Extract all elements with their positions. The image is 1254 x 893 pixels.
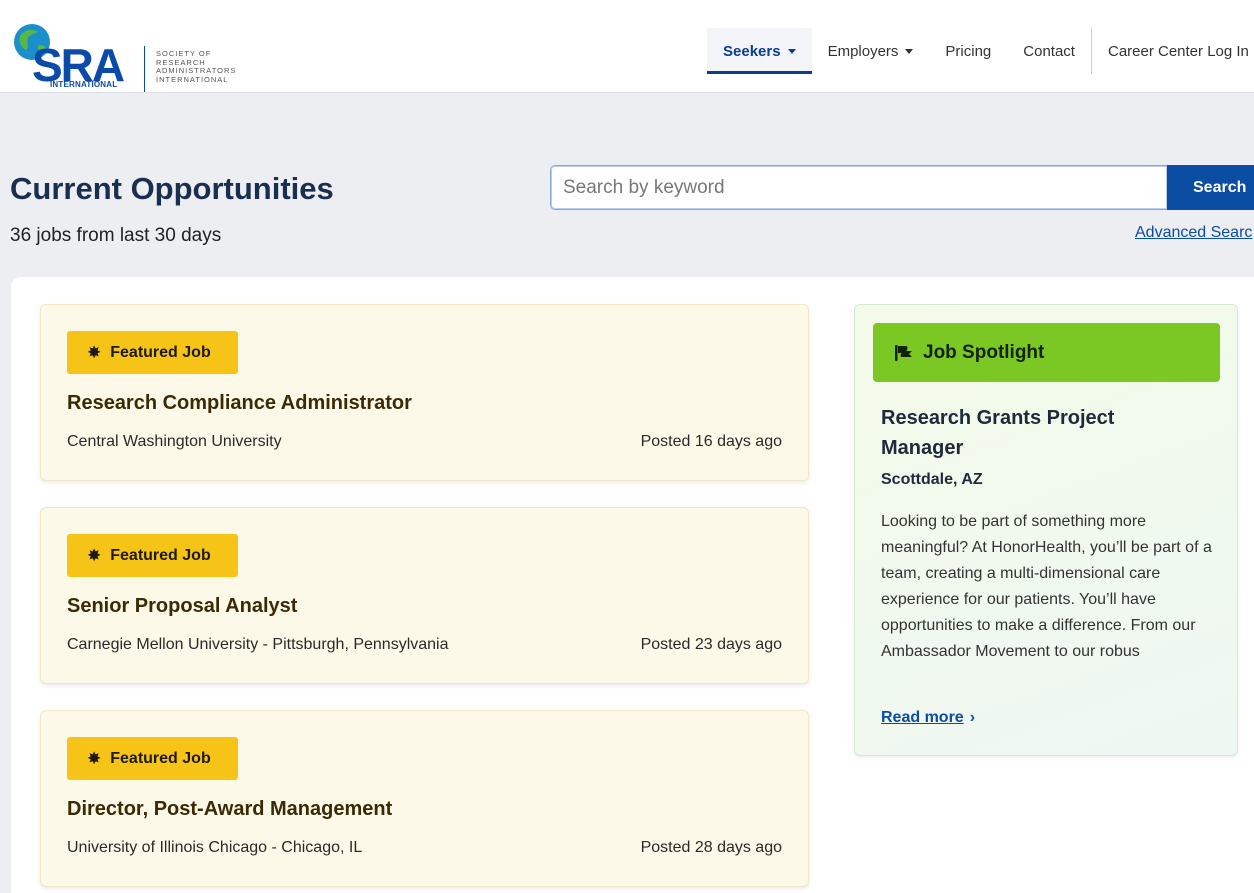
spotlight-description: Looking to be part of something more mea…: [881, 513, 1212, 660]
job-count: 36 jobs from last 30 days: [10, 225, 222, 246]
sra-logo[interactable]: SRA INTERNATIONAL SOCIETY OF RESEARCH AD…: [10, 20, 240, 92]
job-posted-date: Posted 23 days ago: [640, 636, 782, 653]
job-card[interactable]: ✸ Featured Job Research Compliance Admin…: [40, 304, 809, 481]
read-more-label: Read more: [881, 709, 964, 726]
featured-badge-label: Featured Job: [110, 546, 211, 564]
search-bar: Search: [550, 165, 1254, 210]
site-header: SRA INTERNATIONAL SOCIETY OF RESEARCH AD…: [0, 0, 1254, 93]
main-nav: Seekers Employers Pricing Contact Career…: [707, 28, 1254, 74]
spotlight-location: Scottdale, AZ: [881, 471, 983, 488]
nav-contact[interactable]: Contact: [1007, 28, 1091, 74]
job-title[interactable]: Director, Post-Award Management: [67, 798, 392, 821]
search-button[interactable]: Search: [1167, 165, 1254, 210]
spotlight-heading: Job Spotlight: [923, 341, 1045, 363]
logo-intl-text: INTERNATIONAL: [50, 80, 118, 89]
page-title: Current Opportunities: [10, 171, 334, 206]
featured-badge: ✸ Featured Job: [67, 737, 238, 780]
job-card[interactable]: ✸ Featured Job Senior Proposal Analyst C…: [40, 507, 809, 684]
job-title[interactable]: Senior Proposal Analyst: [67, 595, 297, 618]
spotlight-job-title[interactable]: Research Grants Project Manager: [881, 403, 1181, 463]
job-card[interactable]: ✸ Featured Job Director, Post-Award Mana…: [40, 710, 809, 887]
nav-employers-label: Employers: [827, 42, 899, 60]
featured-badge-label: Featured Job: [110, 749, 211, 767]
chevron-right-icon: ›: [969, 709, 976, 726]
job-company: Central Washington University: [67, 433, 282, 450]
search-input[interactable]: [550, 165, 1167, 210]
job-posted-date: Posted 16 days ago: [640, 433, 782, 450]
badge-star-icon: ✸: [87, 546, 102, 565]
featured-badge: ✸ Featured Job: [67, 331, 238, 374]
job-spotlight-card: Job Spotlight Research Grants Project Ma…: [854, 304, 1238, 756]
nav-employers[interactable]: Employers: [812, 28, 930, 74]
caret-down-icon: [787, 48, 796, 54]
job-company: University of Illinois Chicago - Chicago…: [67, 839, 363, 856]
nav-seekers-label: Seekers: [723, 42, 781, 60]
job-company: Carnegie Mellon University - Pittsburgh,…: [67, 636, 449, 653]
logo-divider: [144, 46, 145, 92]
caret-down-icon: [905, 48, 914, 54]
advanced-search-link[interactable]: Advanced Searc: [1135, 224, 1252, 242]
nav-seekers[interactable]: Seekers: [707, 28, 812, 74]
logo-society-text: SOCIETY OF RESEARCH ADMINISTRATORS INTER…: [156, 49, 237, 84]
read-more-link[interactable]: Read more ›: [881, 709, 975, 727]
featured-badge-label: Featured Job: [110, 343, 211, 361]
job-posted-date: Posted 28 days ago: [640, 839, 782, 856]
flag-icon: [895, 344, 912, 361]
job-title[interactable]: Research Compliance Administrator: [67, 392, 412, 415]
badge-star-icon: ✸: [87, 749, 102, 768]
badge-star-icon: ✸: [87, 343, 102, 362]
featured-badge: ✸ Featured Job: [67, 534, 238, 577]
spotlight-header: Job Spotlight: [873, 323, 1220, 382]
nav-login[interactable]: Career Center Log In: [1092, 28, 1254, 74]
nav-pricing[interactable]: Pricing: [929, 28, 1007, 74]
